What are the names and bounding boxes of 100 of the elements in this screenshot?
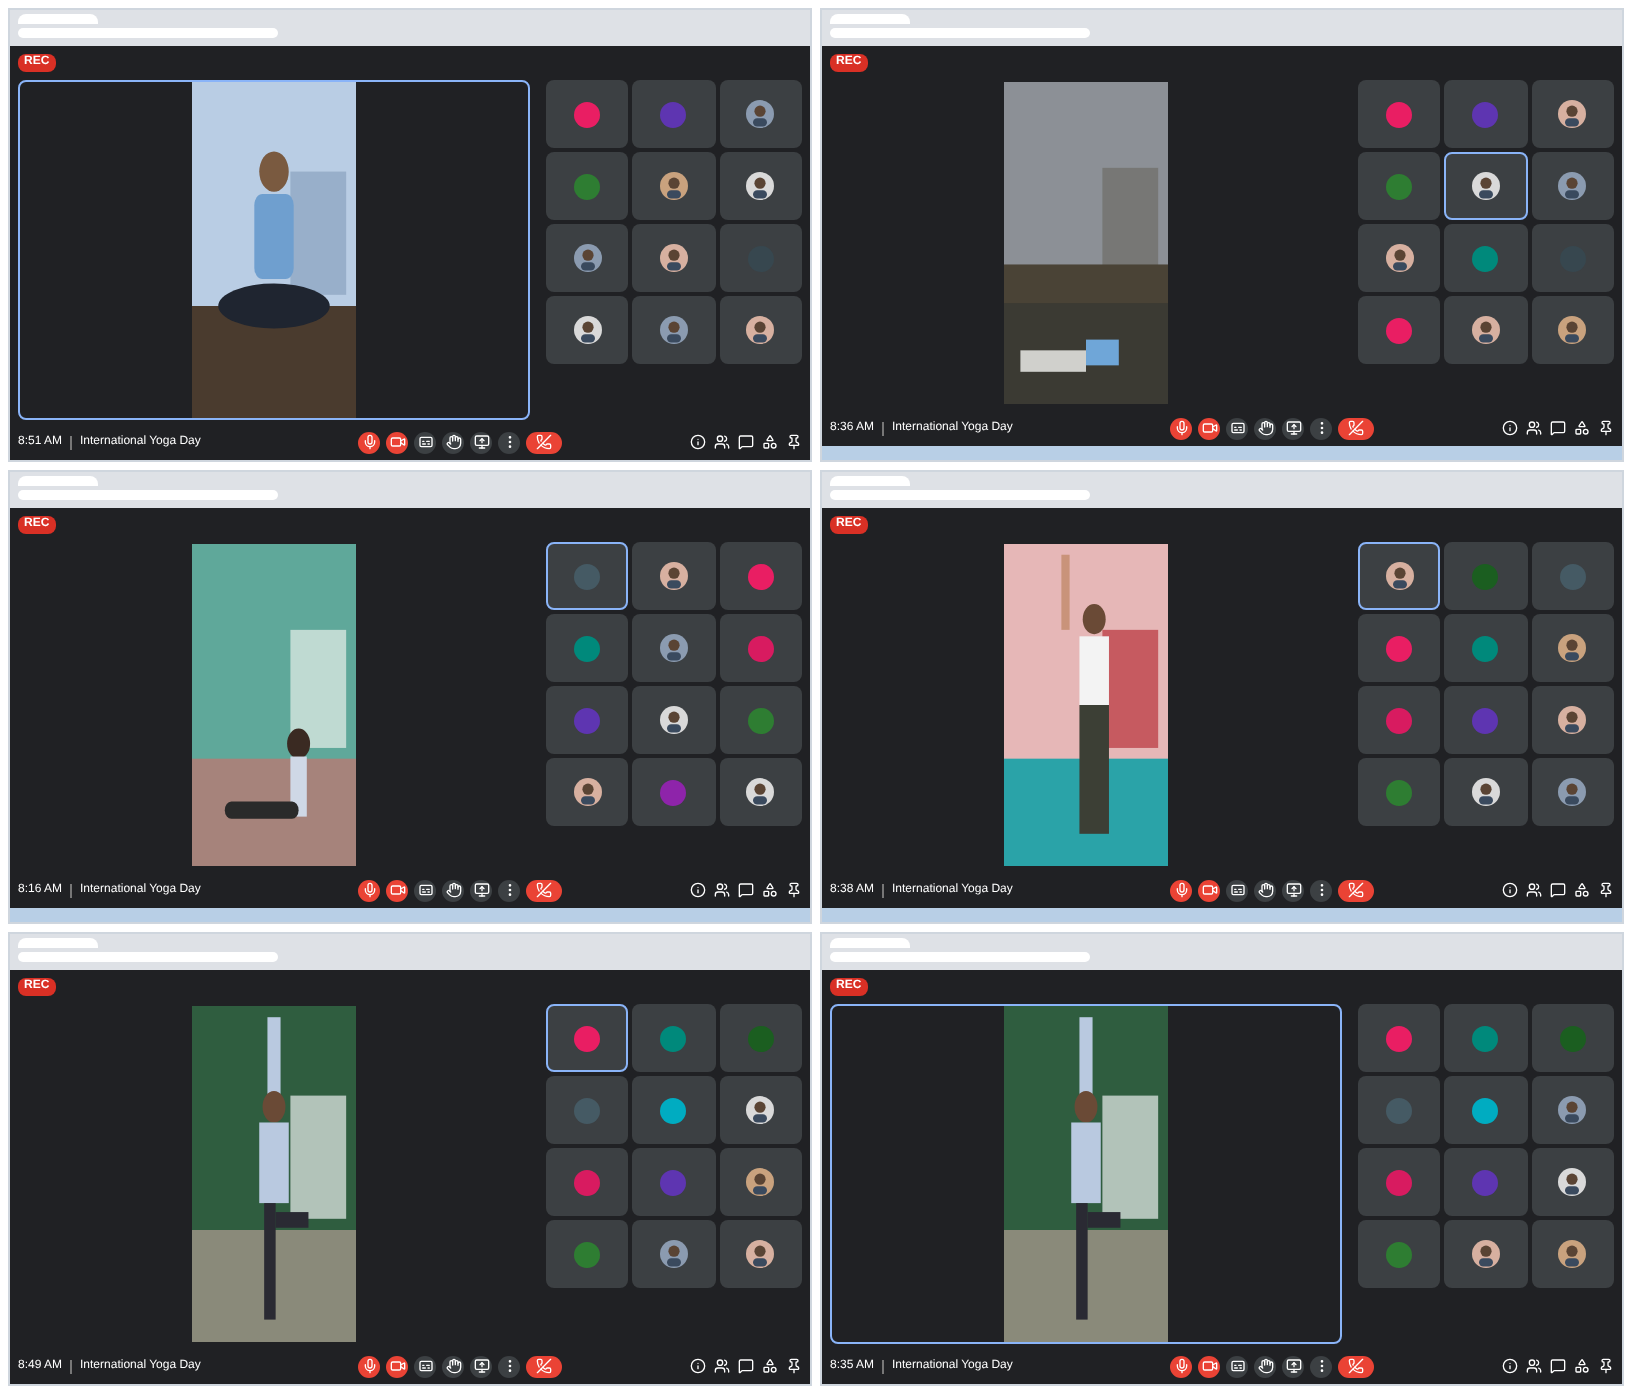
participant-tile[interactable] bbox=[546, 224, 629, 292]
participant-tile[interactable] bbox=[1444, 1004, 1528, 1072]
participant-tile[interactable] bbox=[546, 1148, 629, 1216]
people-icon[interactable] bbox=[714, 1358, 730, 1374]
participant-tile[interactable] bbox=[1444, 686, 1528, 754]
captions-button[interactable] bbox=[1226, 879, 1248, 901]
participant-tile[interactable] bbox=[719, 152, 802, 220]
participant-tile[interactable] bbox=[1531, 542, 1614, 610]
captions-button[interactable] bbox=[1226, 417, 1248, 439]
mic-button[interactable] bbox=[358, 1355, 380, 1377]
participant-tile[interactable] bbox=[1358, 614, 1441, 682]
mic-button[interactable] bbox=[358, 879, 380, 901]
participant-tile[interactable] bbox=[1531, 224, 1614, 292]
hang-up-button[interactable] bbox=[526, 1355, 562, 1377]
participant-tile[interactable] bbox=[1531, 1220, 1614, 1288]
more-button[interactable] bbox=[1310, 879, 1332, 901]
participant-tile[interactable] bbox=[632, 686, 716, 754]
hand-button[interactable] bbox=[442, 879, 464, 901]
participant-tile[interactable] bbox=[719, 1148, 802, 1216]
activities-icon[interactable] bbox=[762, 434, 778, 450]
pin-icon[interactable] bbox=[786, 882, 802, 898]
pin-icon[interactable] bbox=[1598, 1358, 1614, 1374]
participant-tile[interactable] bbox=[546, 1004, 629, 1072]
participant-tile[interactable] bbox=[1531, 686, 1614, 754]
participant-tile[interactable] bbox=[719, 1004, 802, 1072]
activities-icon[interactable] bbox=[762, 1358, 778, 1374]
participant-tile[interactable] bbox=[719, 296, 802, 364]
present-button[interactable] bbox=[1282, 1355, 1304, 1377]
chat-icon[interactable] bbox=[738, 434, 754, 450]
participant-tile[interactable] bbox=[1444, 1220, 1528, 1288]
participant-tile[interactable] bbox=[1358, 1076, 1441, 1144]
chat-icon[interactable] bbox=[738, 882, 754, 898]
participant-tile[interactable] bbox=[1531, 1076, 1614, 1144]
present-button[interactable] bbox=[470, 1355, 492, 1377]
hand-button[interactable] bbox=[1254, 417, 1276, 439]
participant-tile[interactable] bbox=[1444, 758, 1528, 826]
participant-tile[interactable] bbox=[546, 296, 629, 364]
info-icon[interactable] bbox=[690, 882, 706, 898]
participant-tile[interactable] bbox=[1531, 80, 1614, 148]
chat-icon[interactable] bbox=[738, 1358, 754, 1374]
hand-button[interactable] bbox=[1254, 879, 1276, 901]
participant-tile[interactable] bbox=[632, 542, 716, 610]
info-icon[interactable] bbox=[1502, 1358, 1518, 1374]
participant-tile[interactable] bbox=[719, 542, 802, 610]
participant-tile[interactable] bbox=[1358, 1220, 1441, 1288]
info-icon[interactable] bbox=[1502, 420, 1518, 436]
camera-button[interactable] bbox=[386, 431, 408, 453]
people-icon[interactable] bbox=[1526, 882, 1542, 898]
participant-tile[interactable] bbox=[632, 1004, 716, 1072]
activities-icon[interactable] bbox=[762, 882, 778, 898]
participant-tile[interactable] bbox=[1531, 758, 1614, 826]
pin-icon[interactable] bbox=[786, 1358, 802, 1374]
participant-tile[interactable] bbox=[719, 224, 802, 292]
participant-tile[interactable] bbox=[1444, 542, 1528, 610]
participant-tile[interactable] bbox=[1444, 1076, 1528, 1144]
participant-tile[interactable] bbox=[1358, 758, 1441, 826]
participant-tile[interactable] bbox=[719, 758, 802, 826]
captions-button[interactable] bbox=[414, 431, 436, 453]
participant-tile[interactable] bbox=[632, 1148, 716, 1216]
pin-icon[interactable] bbox=[1598, 882, 1614, 898]
mic-button[interactable] bbox=[1170, 417, 1192, 439]
participant-tile[interactable] bbox=[632, 296, 716, 364]
participant-tile[interactable] bbox=[546, 1220, 629, 1288]
participant-tile[interactable] bbox=[632, 758, 716, 826]
camera-button[interactable] bbox=[1198, 1355, 1220, 1377]
people-icon[interactable] bbox=[714, 882, 730, 898]
activities-icon[interactable] bbox=[1574, 1358, 1590, 1374]
participant-tile[interactable] bbox=[719, 1220, 802, 1288]
info-icon[interactable] bbox=[1502, 882, 1518, 898]
pin-icon[interactable] bbox=[1598, 420, 1614, 436]
participant-tile[interactable] bbox=[1358, 296, 1441, 364]
participant-tile[interactable] bbox=[1444, 1148, 1528, 1216]
participant-tile[interactable] bbox=[546, 758, 629, 826]
mic-button[interactable] bbox=[1170, 879, 1192, 901]
participant-tile[interactable] bbox=[1444, 80, 1528, 148]
info-icon[interactable] bbox=[690, 434, 706, 450]
participant-tile[interactable] bbox=[546, 614, 629, 682]
hang-up-button[interactable] bbox=[526, 431, 562, 453]
participant-tile[interactable] bbox=[1444, 224, 1528, 292]
participant-tile[interactable] bbox=[1358, 686, 1441, 754]
participant-tile[interactable] bbox=[1531, 614, 1614, 682]
camera-button[interactable] bbox=[1198, 417, 1220, 439]
more-button[interactable] bbox=[498, 879, 520, 901]
participant-tile[interactable] bbox=[1444, 152, 1528, 220]
more-button[interactable] bbox=[498, 1355, 520, 1377]
hang-up-button[interactable] bbox=[1338, 1355, 1374, 1377]
participant-tile[interactable] bbox=[719, 1076, 802, 1144]
participant-tile[interactable] bbox=[1531, 296, 1614, 364]
activities-icon[interactable] bbox=[1574, 882, 1590, 898]
participant-tile[interactable] bbox=[632, 152, 716, 220]
participant-tile[interactable] bbox=[719, 80, 802, 148]
mic-button[interactable] bbox=[358, 431, 380, 453]
participant-tile[interactable] bbox=[1444, 296, 1528, 364]
participant-tile[interactable] bbox=[719, 686, 802, 754]
chat-icon[interactable] bbox=[1550, 882, 1566, 898]
captions-button[interactable] bbox=[414, 1355, 436, 1377]
participant-tile[interactable] bbox=[546, 80, 629, 148]
participant-tile[interactable] bbox=[632, 614, 716, 682]
activities-icon[interactable] bbox=[1574, 420, 1590, 436]
pin-icon[interactable] bbox=[786, 434, 802, 450]
